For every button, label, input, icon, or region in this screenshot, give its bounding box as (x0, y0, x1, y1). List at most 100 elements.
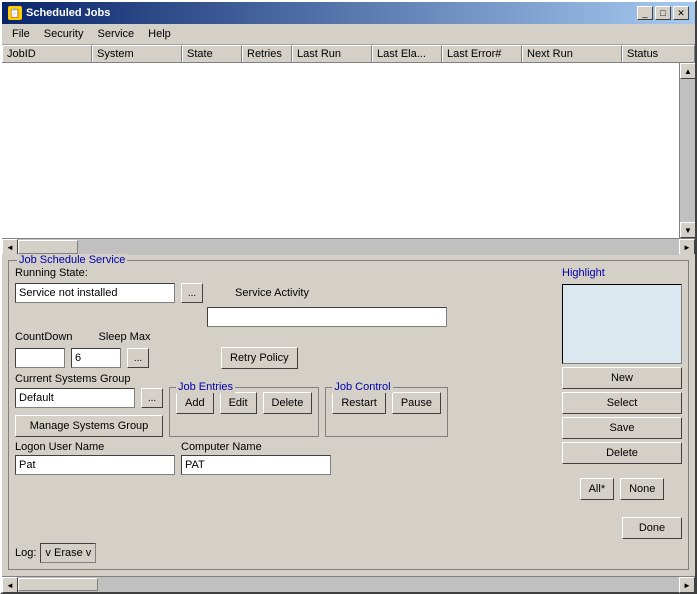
highlight-box (562, 284, 682, 364)
log-area: Log: v Erase v (15, 543, 682, 563)
add-button[interactable]: Add (176, 392, 214, 414)
vertical-scrollbar[interactable]: ▲ ▼ (679, 63, 695, 238)
col-state[interactable]: State (182, 45, 242, 62)
computer-name-input[interactable] (181, 455, 331, 475)
retry-policy-button[interactable]: Retry Policy (221, 347, 298, 369)
close-button[interactable]: ✕ (673, 6, 689, 20)
running-state-label: Running State: (15, 267, 88, 279)
job-control-buttons: Restart Pause (332, 392, 441, 414)
scroll-down-button[interactable]: ▼ (680, 222, 695, 238)
title-bar: 📋 Scheduled Jobs _ □ ✕ (2, 2, 695, 24)
restart-button[interactable]: Restart (332, 392, 385, 414)
scroll-left-button[interactable]: ◄ (2, 239, 18, 255)
select-button[interactable]: Select (562, 392, 682, 414)
col-status[interactable]: Status (622, 45, 695, 62)
computer-name-section: Computer Name (181, 441, 331, 475)
window-scroll-track[interactable] (18, 577, 679, 592)
job-entries-section: Job Entries Add Edit Delete (169, 387, 319, 437)
log-dropdown-value: v Erase v (45, 547, 91, 559)
running-state-input[interactable] (15, 283, 175, 303)
countdown-label: CountDown (15, 331, 72, 343)
running-state-browse-button[interactable]: ... (181, 283, 203, 303)
scroll-track-v[interactable] (680, 79, 695, 222)
running-state-input-row: ... Service Activity (15, 283, 556, 303)
current-systems-group-input[interactable] (15, 388, 135, 408)
running-state-row: Running State: (15, 267, 556, 279)
logon-computer-row: Logon User Name Computer Name (15, 441, 556, 475)
menu-file[interactable]: File (6, 26, 36, 42)
highlight-label: Highlight (562, 267, 682, 279)
current-systems-group-browse-button[interactable]: ... (141, 388, 163, 408)
left-section: Running State: ... Service Activity (15, 267, 556, 479)
done-btn-area: Done (562, 511, 682, 539)
title-bar-left: 📋 Scheduled Jobs (8, 6, 110, 20)
title-buttons: _ □ ✕ (637, 6, 689, 20)
bottom-panel: Job Schedule Service Running State: ... … (2, 254, 695, 576)
service-activity-input[interactable] (207, 307, 447, 327)
panel-title: Job Schedule Service (17, 254, 127, 266)
job-control-section: Job Control Restart Pause (325, 387, 448, 437)
col-lasterror[interactable]: Last Error# (442, 45, 522, 62)
panel-border: Job Schedule Service Running State: ... … (8, 260, 689, 570)
computer-name-label: Computer Name (181, 441, 331, 453)
pause-button[interactable]: Pause (392, 392, 441, 414)
delete-entries-button[interactable]: Delete (263, 392, 313, 414)
bottom-scrollbar: ◄ ► (2, 238, 695, 254)
current-systems-group-section: Current Systems Group ... Manage Systems… (15, 373, 163, 437)
save-button[interactable]: Save (562, 417, 682, 439)
delete-button[interactable]: Delete (562, 442, 682, 464)
minimize-button[interactable]: _ (637, 6, 653, 20)
done-button[interactable]: Done (622, 517, 682, 539)
sleep-max-label: Sleep Max (98, 331, 150, 343)
main-row: Running State: ... Service Activity (15, 267, 682, 539)
window-bottom-scrollbar: ◄ ► (2, 576, 695, 592)
countdown-input[interactable] (15, 348, 65, 368)
log-label: Log: (15, 547, 36, 559)
app-icon: 📋 (8, 6, 22, 20)
menu-help[interactable]: Help (142, 26, 177, 42)
all-button[interactable]: All* (580, 478, 615, 500)
maximize-button[interactable]: □ (655, 6, 671, 20)
logon-user-name-input[interactable] (15, 455, 175, 475)
bottom-row: Current Systems Group ... Manage Systems… (15, 373, 556, 437)
sleep-max-browse-button[interactable]: ... (127, 348, 149, 368)
col-jobid[interactable]: JobID (2, 45, 92, 62)
col-retries[interactable]: Retries (242, 45, 292, 62)
scroll-up-button[interactable]: ▲ (680, 63, 695, 79)
menu-service[interactable]: Service (91, 26, 140, 42)
table-area: ▲ ▼ (2, 63, 695, 238)
job-entries-buttons: Add Edit Delete (176, 392, 312, 414)
col-system[interactable]: System (92, 45, 182, 62)
new-button[interactable]: New (562, 367, 682, 389)
scroll-track-h[interactable] (18, 239, 679, 255)
log-dropdown[interactable]: v Erase v (40, 543, 96, 563)
col-lastel[interactable]: Last Ela... (372, 45, 442, 62)
all-none-row: All* None (562, 478, 682, 500)
edit-button[interactable]: Edit (220, 392, 257, 414)
window-title: Scheduled Jobs (26, 7, 110, 19)
table-content (2, 63, 679, 238)
window-scroll-thumb[interactable] (18, 578, 98, 591)
scroll-right-button[interactable]: ► (679, 239, 695, 255)
job-entries-label: Job Entries (176, 381, 235, 393)
service-activity-row (15, 307, 556, 327)
logon-user-name-label: Logon User Name (15, 441, 175, 453)
current-systems-group-input-row: ... (15, 388, 163, 408)
current-systems-group-label: Current Systems Group (15, 373, 163, 385)
col-nextrun[interactable]: Next Run (522, 45, 622, 62)
main-window: 📋 Scheduled Jobs _ □ ✕ File Security Ser… (0, 0, 697, 594)
countdown-row: CountDown Sleep Max (15, 331, 556, 343)
service-activity-label: Service Activity (235, 287, 309, 299)
menu-security[interactable]: Security (38, 26, 90, 42)
none-button[interactable]: None (620, 478, 664, 500)
table-header: JobID System State Retries Last Run Last… (2, 45, 695, 63)
col-lastrun[interactable]: Last Run (292, 45, 372, 62)
scroll-thumb-h[interactable] (18, 240, 78, 254)
manage-systems-group-button[interactable]: Manage Systems Group (15, 415, 163, 437)
countdown-inputs-row: ... Retry Policy (15, 347, 556, 369)
window-scroll-left[interactable]: ◄ (2, 577, 18, 593)
window-scroll-right[interactable]: ► (679, 577, 695, 593)
right-section: Highlight New Select Save Delete All* No… (562, 267, 682, 539)
sleep-max-input[interactable] (71, 348, 121, 368)
logon-section: Logon User Name (15, 441, 175, 475)
